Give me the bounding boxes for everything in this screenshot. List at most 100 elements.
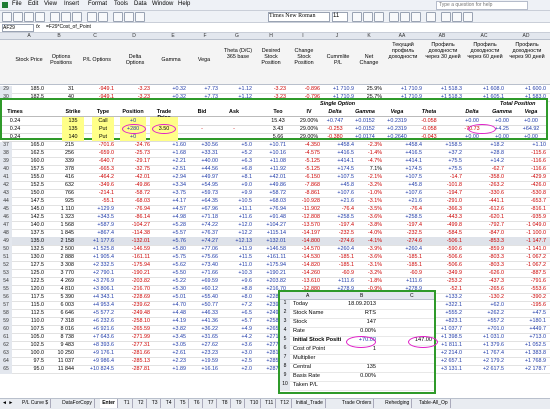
table-cell[interactable]: -4.0% xyxy=(356,230,382,236)
sheet-tab[interactable]: Rehedging xyxy=(383,399,413,408)
table-cell[interactable]: +190.21 xyxy=(256,270,286,276)
table-cell[interactable]: -4.7% xyxy=(356,158,382,164)
mini-row-number[interactable]: 3 xyxy=(280,318,290,327)
table-cell[interactable]: +10.71 xyxy=(256,142,286,148)
table-cell[interactable]: 256 xyxy=(46,150,74,156)
table-cell[interactable]: +104.27 xyxy=(256,222,286,228)
table-cell[interactable]: 130.0 xyxy=(14,254,45,260)
panel-cell[interactable]: +0 xyxy=(120,133,146,141)
formula-input[interactable]: =F29*Cost_of_Point xyxy=(46,24,91,30)
mini-row-number[interactable]: 7 xyxy=(280,354,290,363)
table-cell[interactable]: -216.70 xyxy=(120,286,150,292)
table-cell[interactable]: -553.6 xyxy=(508,286,546,292)
panel-cell[interactable] xyxy=(150,133,178,141)
table-cell[interactable]: +4.98 xyxy=(156,214,186,220)
table-cell[interactable]: -14.197 xyxy=(288,230,320,236)
table-cell[interactable]: +111.6 xyxy=(322,278,354,284)
table-cell[interactable]: +4.57 xyxy=(156,206,186,212)
sheet-tab[interactable]: DataForCopy xyxy=(60,399,95,408)
table-cell[interactable]: +47.5 xyxy=(508,310,546,316)
table-cell[interactable]: 140.0 xyxy=(14,222,45,228)
table-cell[interactable]: +1 518.3 xyxy=(424,86,462,92)
table-cell[interactable]: -130.2 xyxy=(466,294,504,300)
table-cell[interactable]: -32.75 xyxy=(120,166,150,172)
table-cell[interactable]: 102.5 xyxy=(14,342,45,348)
mini-row-number[interactable]: 8 xyxy=(280,363,290,372)
table-cell[interactable]: +4.19 xyxy=(156,318,186,324)
table-cell[interactable]: +158.5 xyxy=(424,142,462,148)
table-cell[interactable]: -228.69 xyxy=(120,294,150,300)
table-cell[interactable]: +5.2 xyxy=(222,150,252,156)
table-cell[interactable]: 122.5 xyxy=(14,278,45,284)
table-cell[interactable]: +68.03 xyxy=(256,198,286,204)
table-cell[interactable]: 4 269 xyxy=(46,278,75,284)
table-cell[interactable]: +1 768.9 xyxy=(508,358,546,364)
table-cell[interactable]: +36.22 xyxy=(190,326,218,332)
table-cell[interactable]: -281.66 xyxy=(120,350,150,356)
table-cell[interactable]: -3.8% xyxy=(356,222,382,228)
table-cell[interactable]: +1 177.6 xyxy=(80,238,114,244)
table-cell[interactable]: -146.59 xyxy=(120,246,150,252)
font-select[interactable]: Times New Roman xyxy=(268,12,330,22)
table-cell[interactable]: 7 318 xyxy=(46,318,75,324)
table-cell[interactable]: -506.6 xyxy=(424,254,462,260)
table-cell[interactable]: -1 147.7 xyxy=(508,238,546,244)
mini-value[interactable]: RTS xyxy=(346,310,376,316)
align-right-icon[interactable] xyxy=(411,12,421,22)
table-cell[interactable]: +115.14 xyxy=(256,230,286,236)
table-cell[interactable]: -3.9% xyxy=(356,246,382,252)
table-cell[interactable]: 145.0 xyxy=(14,206,45,212)
table-cell[interactable]: +343.5 xyxy=(80,214,114,220)
table-cell[interactable]: +11.6 xyxy=(222,214,252,220)
table-cell[interactable]: +416.5 xyxy=(384,150,422,156)
panel-cell[interactable]: Put xyxy=(92,133,114,141)
sheet-tab[interactable]: T4 xyxy=(164,399,175,408)
table-cell[interactable]: +1 710.9 xyxy=(322,86,354,92)
table-cell[interactable]: +12.0 xyxy=(222,222,252,228)
mini-value[interactable]: 18.09.2013 xyxy=(346,301,376,307)
table-cell[interactable]: 925 xyxy=(46,198,74,204)
table-cell[interactable]: +40.00 xyxy=(190,158,218,164)
table-cell[interactable]: 2 500 xyxy=(46,246,75,252)
table-cell[interactable]: +1 031.0 xyxy=(466,334,504,340)
table-cell[interactable]: -265.59 xyxy=(120,326,150,332)
table-cell[interactable]: +458.4 xyxy=(322,142,354,148)
table-cell[interactable]: +5.0 xyxy=(222,142,252,148)
sheet-tab[interactable]: Enter xyxy=(100,399,118,408)
table-cell[interactable]: -640.7 xyxy=(80,158,114,164)
table-cell[interactable]: 137.5 xyxy=(14,230,45,236)
panel-cell[interactable]: 140 xyxy=(62,133,84,141)
table-cell[interactable]: -14.820 xyxy=(288,262,320,268)
col-letter[interactable]: B xyxy=(44,33,74,39)
table-cell[interactable]: +4.17 xyxy=(156,198,186,204)
menu-data[interactable]: Data xyxy=(134,1,147,7)
table-cell[interactable]: -1 100.0 xyxy=(508,230,546,236)
table-cell[interactable]: +8.1 xyxy=(222,174,252,180)
table-cell[interactable]: +37.2 xyxy=(424,150,462,156)
table-cell[interactable]: -612.6 xyxy=(466,206,504,212)
table-cell[interactable]: -115.6 xyxy=(508,150,546,156)
table-cell[interactable]: 142.5 xyxy=(14,214,45,220)
italic-icon[interactable] xyxy=(363,12,373,22)
col-letter[interactable]: AA xyxy=(384,33,420,39)
mini-row-number[interactable]: 1 xyxy=(280,300,290,309)
table-cell[interactable]: +73.40 xyxy=(190,262,218,268)
table-cell[interactable]: +11.0 xyxy=(222,262,252,268)
table-cell[interactable]: -232.5 xyxy=(322,230,354,236)
table-cell[interactable]: +107.5 xyxy=(384,174,422,180)
menu-file[interactable]: File xyxy=(12,1,22,7)
table-cell[interactable]: -274.6 xyxy=(384,238,422,244)
save-icon[interactable] xyxy=(24,12,34,22)
table-cell[interactable]: +8 393.6 xyxy=(80,342,114,348)
table-cell[interactable]: +74.27 xyxy=(190,238,218,244)
undo-icon[interactable] xyxy=(87,12,97,22)
table-cell[interactable]: +30.56 xyxy=(190,142,218,148)
table-cell[interactable]: +8.8 xyxy=(222,286,252,292)
mini-col-letter[interactable]: C xyxy=(410,293,414,299)
table-cell[interactable]: 160.0 xyxy=(14,158,45,164)
table-cell[interactable]: -249.48 xyxy=(120,310,150,316)
table-cell[interactable]: +2.51 xyxy=(156,166,186,172)
table-cell[interactable]: -76.4 xyxy=(384,206,422,212)
table-cell[interactable]: -1.8% xyxy=(356,278,382,284)
table-cell[interactable]: +701.0 xyxy=(466,326,504,332)
